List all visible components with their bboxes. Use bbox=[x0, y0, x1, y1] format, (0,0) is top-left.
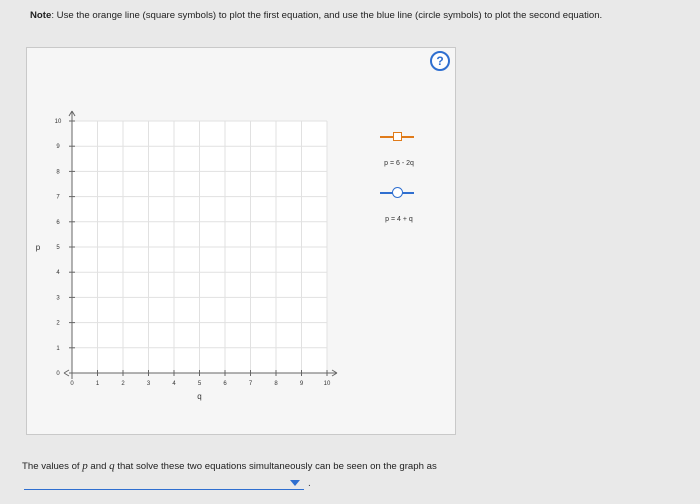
y-tick-label: 10 bbox=[55, 119, 62, 125]
y-tick-label: 8 bbox=[56, 169, 60, 175]
x-tick-label: 2 bbox=[121, 381, 125, 387]
instruction-note: Note: Use the orange line (square symbol… bbox=[30, 10, 690, 21]
x-axis-label: q bbox=[197, 392, 201, 401]
y-tick-label: 1 bbox=[56, 346, 60, 352]
legend-item-orange-line[interactable]: p = 6 - 2q bbox=[368, 128, 428, 184]
x-tick-label: 3 bbox=[147, 381, 151, 387]
square-icon[interactable] bbox=[393, 132, 402, 141]
answer-dropdown[interactable] bbox=[24, 474, 304, 490]
x-tick-label: 1 bbox=[96, 381, 100, 387]
graph-canvas[interactable]: 0 1 2 3 4 5 6 7 8 9 10 0 1 2 3 4 5 6 7 8 9 10 q p bbox=[26, 47, 456, 435]
x-tick-label: 10 bbox=[324, 381, 331, 387]
x-tick-label: 5 bbox=[198, 381, 202, 387]
x-tick-label: 6 bbox=[223, 381, 227, 387]
circle-icon[interactable] bbox=[392, 187, 403, 198]
x-tick-label: 7 bbox=[249, 381, 253, 387]
legend-label-equation-1: p = 6 - 2q bbox=[384, 160, 414, 167]
note-text: : Use the orange line (square symbols) t… bbox=[51, 10, 603, 21]
question-text: The values of p and q that solve these t… bbox=[22, 460, 437, 472]
y-tick-label: 5 bbox=[56, 245, 60, 251]
note-label: Note bbox=[30, 10, 52, 21]
legend-label-equation-2: p = 4 + q bbox=[385, 216, 413, 223]
x-axis-arrow-left-icon bbox=[63, 369, 70, 377]
chevron-down-icon[interactable] bbox=[290, 480, 300, 486]
y-axis-label: p bbox=[36, 243, 41, 252]
y-tick-label: 0 bbox=[56, 371, 60, 377]
x-tick-label: 0 bbox=[70, 381, 74, 387]
y-tick-label: 4 bbox=[56, 270, 60, 276]
x-tick-label: 9 bbox=[300, 381, 304, 387]
y-tick-label: 7 bbox=[56, 195, 60, 201]
y-tick-label: 3 bbox=[56, 295, 60, 301]
x-tick-label: 8 bbox=[274, 381, 278, 387]
help-icon[interactable]: ? bbox=[430, 51, 450, 71]
y-tick-label: 6 bbox=[56, 220, 60, 226]
x-tick-label: 4 bbox=[172, 381, 176, 387]
legend: p = 6 - 2q p = 4 + q bbox=[368, 128, 428, 240]
sentence-period: . bbox=[308, 478, 311, 489]
y-tick-label: 9 bbox=[56, 144, 60, 150]
y-tick-label: 2 bbox=[56, 321, 60, 327]
legend-item-blue-line[interactable]: p = 4 + q bbox=[368, 184, 428, 240]
